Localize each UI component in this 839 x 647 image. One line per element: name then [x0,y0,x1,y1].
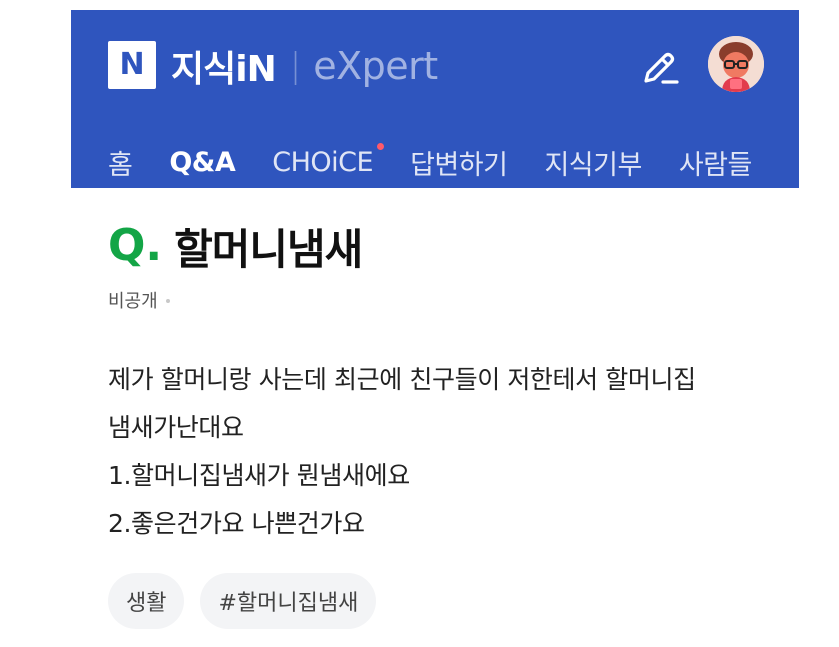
nav-answer[interactable]: 답변하기 [410,143,508,182]
brand-separator: | [289,46,302,86]
meta-separator-dot [165,299,170,303]
body-line: 2.좋은건가요 나쁜건가요 [108,509,365,538]
nav-choice[interactable]: CHOiCE [272,142,385,178]
question-q-icon: Q [108,220,146,271]
nav-qna[interactable]: Q&A [169,147,235,178]
brand-name: 지식iN [171,49,277,90]
question-q-dot: . [145,220,163,271]
write-question-button[interactable] [637,46,681,90]
question-meta: 비공개 [108,287,170,313]
avatar[interactable] [708,36,764,92]
question-title: 할머니냄새 [174,224,363,274]
body-line: 1.할머니집냄새가 뭔냄새에요 [108,461,410,490]
tag-category[interactable]: 생활 [108,573,185,629]
nav-people[interactable]: 사람들 [679,143,753,182]
brand-expert: eXpert [313,44,438,88]
brand-title[interactable]: 지식iN | eXpert [171,38,438,94]
author-name: 비공개 [108,291,158,312]
nav-donate[interactable]: 지식기부 [544,143,642,182]
question-body: 제가 할머니랑 사는데 최근에 친구들이 저한테서 할머니집 냄새가난대요 1.… [108,356,798,548]
naver-logo[interactable]: N [108,41,156,89]
main-nav: 홈 Q&A CHOiCE 답변하기 지식기부 사람들 [108,140,789,184]
logo-letter: N [119,47,145,82]
tag-hashtag[interactable]: #할머니집냄새 [200,573,377,629]
body-line: 냄새가난대요 [108,413,244,442]
app-header: N 지식iN | eXpert 홈 Q&A CHOiCE 답변하기 지식기부 사… [71,10,799,188]
new-badge-dot [377,142,385,150]
tag-list: 생활 #할머니집냄새 [108,573,392,629]
top-bar: N 지식iN | eXpert [71,10,799,110]
nav-choice-label: CHOiCE [272,146,374,178]
nav-home[interactable]: 홈 [108,143,133,182]
pencil-icon [644,52,679,84]
profile-avatar-icon [708,36,764,92]
question-heading: Q . 할머니냄새 [108,218,363,274]
body-line: 제가 할머니랑 사는데 최근에 친구들이 저한테서 할머니집 [108,365,696,394]
